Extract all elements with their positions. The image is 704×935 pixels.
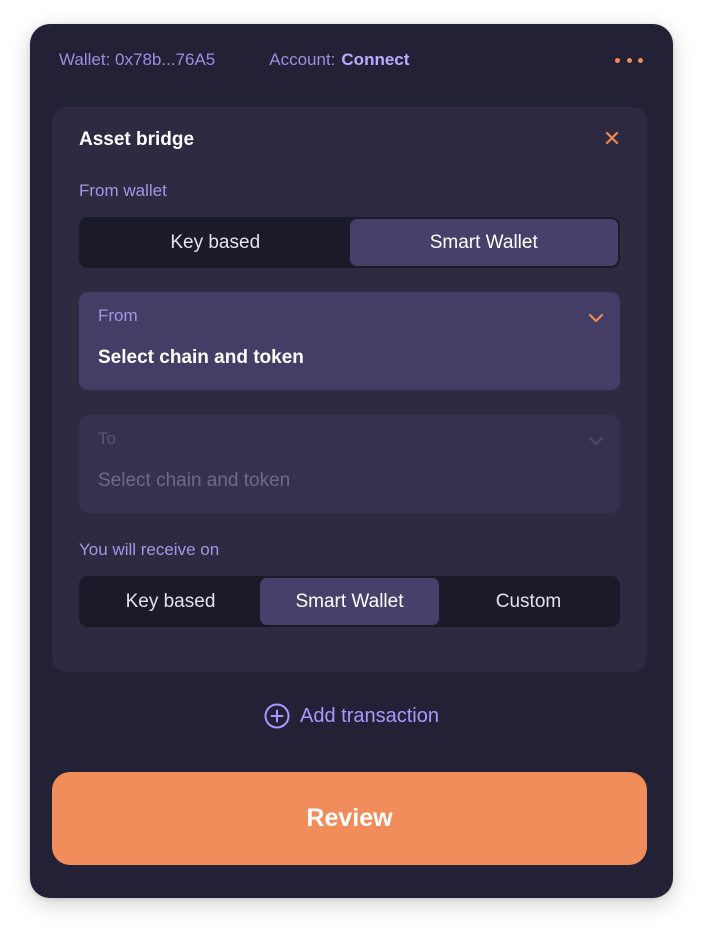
review-button[interactable]: Review [52,772,647,865]
chevron-down-icon [588,313,604,323]
receive-smart-wallet[interactable]: Smart Wallet [260,578,439,625]
more-dot [626,57,632,63]
from-wallet-toggle: Key based Smart Wallet [79,217,620,268]
more-options-icon[interactable] [615,50,643,70]
from-wallet-label: From wallet [79,181,167,200]
bridge-panel: Wallet: 0x78b...76A5 Account: Connect As… [30,24,673,898]
add-transaction-button[interactable]: Add transaction [30,700,673,732]
receive-on-toggle: Key based Smart Wallet Custom [79,576,620,627]
from-wallet-key-based[interactable]: Key based [81,219,350,266]
from-selector-label: From [98,306,138,325]
receive-key-based[interactable]: Key based [81,578,260,625]
more-dot [615,57,620,63]
asset-bridge-card: Asset bridge From wallet Key based Smart… [52,107,647,672]
to-selector-label: To [98,429,116,448]
to-chain-selector: To Select chain and token [79,415,620,513]
add-transaction-label: Add transaction [300,704,439,727]
top-bar: Wallet: 0x78b...76A5 Account: Connect [59,48,643,72]
card-title: Asset bridge [79,129,195,150]
wallet-address: Wallet: 0x78b...76A5 [59,50,216,69]
from-wallet-smart-wallet[interactable]: Smart Wallet [349,219,618,266]
to-selector-value: Select chain and token [98,470,291,491]
connect-account-link[interactable]: Connect [341,50,409,70]
receive-custom[interactable]: Custom [439,578,618,625]
from-chain-selector[interactable]: From Select chain and token [79,292,620,390]
from-selector-value: Select chain and token [98,347,304,368]
receive-on-label: You will receive on [79,540,220,559]
account-label: Account: [269,50,336,69]
close-icon[interactable] [601,127,623,149]
chevron-down-icon [588,436,604,446]
plus-circle-icon [264,703,290,729]
more-dot [638,57,643,63]
